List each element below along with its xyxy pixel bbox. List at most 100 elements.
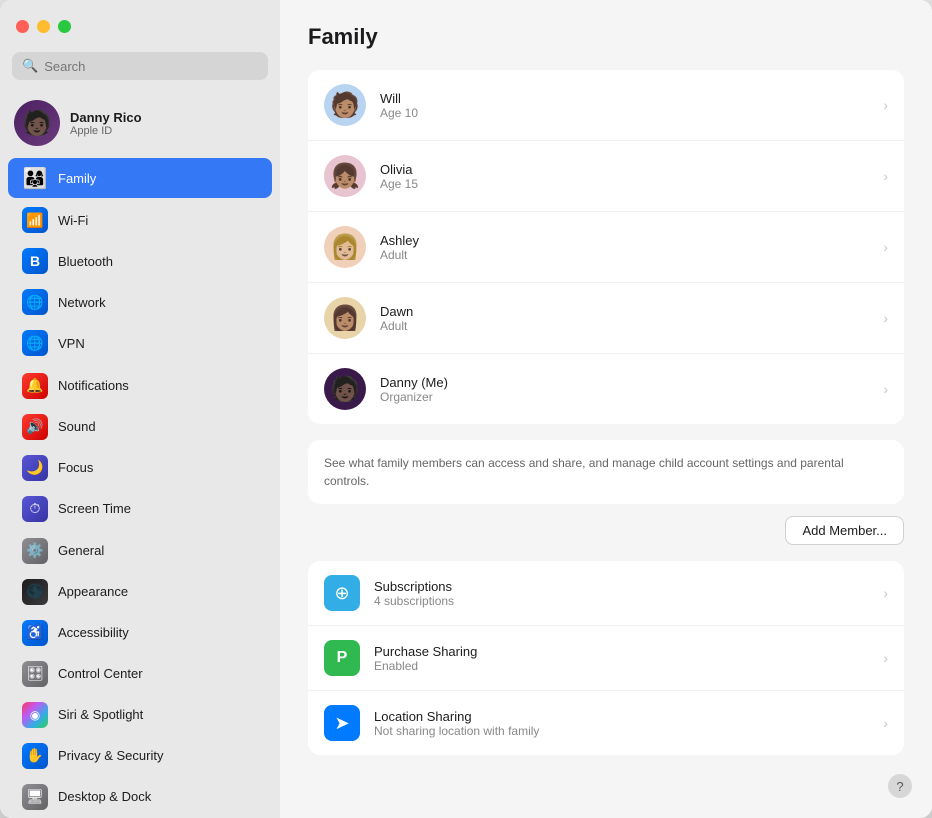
- network-icon: 🌐: [22, 289, 48, 315]
- service-row-subscriptions[interactable]: ⊕ Subscriptions 4 subscriptions ›: [308, 561, 904, 626]
- sidebar-item-focus[interactable]: 🌙 Focus: [8, 448, 272, 488]
- search-input[interactable]: [44, 59, 258, 74]
- family-members-card: 🧑🏽 Will Age 10 › 👧🏽 Olivia Age 15 ›: [308, 70, 904, 424]
- sidebar-item-label-siri: Siri & Spotlight: [58, 707, 143, 722]
- chevron-right-icon-location-sharing: ›: [883, 715, 888, 731]
- accessibility-icon: ♿: [22, 620, 48, 646]
- sidebar-item-label-family: Family: [58, 171, 96, 186]
- sidebar-item-sound[interactable]: 🔊 Sound: [8, 407, 272, 447]
- member-row-dawn[interactable]: 👩🏽 Dawn Adult ›: [308, 283, 904, 354]
- desktop-icon: 🖥: [22, 784, 48, 810]
- member-row-ashley[interactable]: 👩🏼 Ashley Adult ›: [308, 212, 904, 283]
- member-avatar-danny: 🧑🏿: [324, 368, 366, 410]
- sidebar-item-label-bluetooth: Bluetooth: [58, 254, 113, 269]
- sidebar-item-desktop[interactable]: 🖥 Desktop & Dock: [8, 777, 272, 817]
- sidebar-item-label-vpn: VPN: [58, 336, 85, 351]
- focus-icon: 🌙: [22, 455, 48, 481]
- sidebar-item-accessibility[interactable]: ♿ Accessibility: [8, 613, 272, 653]
- sidebar-item-label-privacy: Privacy & Security: [58, 748, 163, 763]
- chevron-right-icon-dawn: ›: [883, 310, 888, 326]
- family-icon: 👨‍👩‍👧: [22, 165, 48, 191]
- member-role-olivia: Age 15: [380, 177, 869, 191]
- service-row-location-sharing[interactable]: ➤ Location Sharing Not sharing location …: [308, 691, 904, 755]
- service-row-purchase-sharing[interactable]: P Purchase Sharing Enabled ›: [308, 626, 904, 691]
- sidebar-item-label-appearance: Appearance: [58, 584, 128, 599]
- member-row-danny[interactable]: 🧑🏿 Danny (Me) Organizer ›: [308, 354, 904, 424]
- member-avatar-will: 🧑🏽: [324, 84, 366, 126]
- member-avatar-dawn: 👩🏽: [324, 297, 366, 339]
- member-role-will: Age 10: [380, 106, 869, 120]
- sidebar-item-network[interactable]: 🌐 Network: [8, 282, 272, 322]
- purchase-sharing-name: Purchase Sharing: [374, 644, 869, 659]
- description-text: See what family members can access and s…: [324, 454, 888, 490]
- sidebar-item-wifi[interactable]: 📶 Wi-Fi: [8, 200, 272, 240]
- account-avatar: 🧑🏿: [14, 100, 60, 146]
- screentime-icon: ⏱: [22, 496, 48, 522]
- minimize-button[interactable]: [37, 20, 50, 33]
- sidebar-item-label-wifi: Wi-Fi: [58, 213, 88, 228]
- location-sharing-sub: Not sharing location with family: [374, 724, 869, 738]
- member-role-dawn: Adult: [380, 319, 869, 333]
- search-icon: 🔍: [22, 58, 38, 74]
- chevron-right-icon-purchase-sharing: ›: [883, 650, 888, 666]
- member-row-olivia[interactable]: 👧🏽 Olivia Age 15 ›: [308, 141, 904, 212]
- bluetooth-icon: B: [22, 248, 48, 274]
- services-card: ⊕ Subscriptions 4 subscriptions › P Purc…: [308, 561, 904, 755]
- member-row-will[interactable]: 🧑🏽 Will Age 10 ›: [308, 70, 904, 141]
- add-member-row: Add Member...: [308, 516, 904, 545]
- member-avatar-ashley: 👩🏼: [324, 226, 366, 268]
- member-info-dawn: Dawn Adult: [380, 304, 869, 333]
- chevron-right-icon-ashley: ›: [883, 239, 888, 255]
- subscriptions-name: Subscriptions: [374, 579, 869, 594]
- member-name-danny: Danny (Me): [380, 375, 869, 390]
- sidebar-item-controlcenter[interactable]: 🎛 Control Center: [8, 654, 272, 694]
- sound-icon: 🔊: [22, 414, 48, 440]
- notifications-icon: 🔔: [22, 373, 48, 399]
- maximize-button[interactable]: [58, 20, 71, 33]
- sidebar: 🔍 🧑🏿 Danny Rico Apple ID 👨‍👩‍👧 Family: [0, 0, 280, 818]
- wifi-icon: 📶: [22, 207, 48, 233]
- page-title: Family: [308, 24, 904, 50]
- vpn-icon: 🌐: [22, 330, 48, 356]
- sidebar-item-appearance[interactable]: 🌑 Appearance: [8, 572, 272, 612]
- sidebar-item-label-desktop: Desktop & Dock: [58, 789, 151, 804]
- add-member-button[interactable]: Add Member...: [785, 516, 904, 545]
- purchase-sharing-sub: Enabled: [374, 659, 869, 673]
- general-icon: ⚙️: [22, 538, 48, 564]
- member-role-danny: Organizer: [380, 390, 869, 404]
- siri-icon: ◉: [22, 702, 48, 728]
- sidebar-item-siri[interactable]: ◉ Siri & Spotlight: [8, 695, 272, 735]
- chevron-right-icon-olivia: ›: [883, 168, 888, 184]
- sidebar-item-family[interactable]: 👨‍👩‍👧 Family: [8, 158, 272, 198]
- member-name-dawn: Dawn: [380, 304, 869, 319]
- account-section[interactable]: 🧑🏿 Danny Rico Apple ID: [0, 92, 280, 158]
- subscriptions-sub: 4 subscriptions: [374, 594, 869, 608]
- sidebar-item-bluetooth[interactable]: B Bluetooth: [8, 241, 272, 281]
- window: 🔍 🧑🏿 Danny Rico Apple ID 👨‍👩‍👧 Family: [0, 0, 932, 818]
- account-subtitle: Apple ID: [70, 125, 142, 137]
- chevron-right-icon-will: ›: [883, 97, 888, 113]
- location-sharing-name: Location Sharing: [374, 709, 869, 724]
- sidebar-item-notifications[interactable]: 🔔 Notifications: [8, 366, 272, 406]
- close-button[interactable]: [16, 20, 29, 33]
- sidebar-item-screentime[interactable]: ⏱ Screen Time: [8, 489, 272, 529]
- location-sharing-icon: ➤: [324, 705, 360, 741]
- member-info-will: Will Age 10: [380, 91, 869, 120]
- sidebar-item-general[interactable]: ⚙️ General: [8, 531, 272, 571]
- description-section: See what family members can access and s…: [308, 440, 904, 504]
- member-info-danny: Danny (Me) Organizer: [380, 375, 869, 404]
- sidebar-item-privacy[interactable]: ✋ Privacy & Security: [8, 736, 272, 776]
- titlebar: [0, 0, 280, 52]
- controlcenter-icon: 🎛: [22, 661, 48, 687]
- sidebar-item-label-sound: Sound: [58, 419, 96, 434]
- member-name-olivia: Olivia: [380, 162, 869, 177]
- help-button[interactable]: ?: [888, 774, 912, 798]
- subscriptions-icon: ⊕: [324, 575, 360, 611]
- search-bar[interactable]: 🔍: [12, 52, 268, 80]
- account-name: Danny Rico: [70, 110, 142, 125]
- member-info-ashley: Ashley Adult: [380, 233, 869, 262]
- sidebar-item-vpn[interactable]: 🌐 VPN: [8, 323, 272, 363]
- main-content: Family 🧑🏽 Will Age 10 › 👧🏽: [280, 0, 932, 818]
- sidebar-item-label-general: General: [58, 543, 104, 558]
- sidebar-item-label-notifications: Notifications: [58, 378, 129, 393]
